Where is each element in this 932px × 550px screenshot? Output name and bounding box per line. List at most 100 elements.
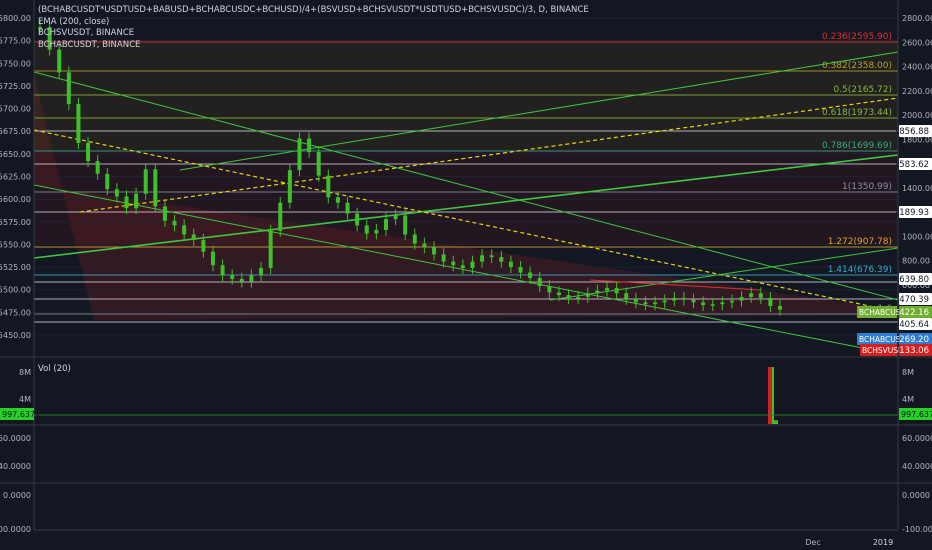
candle-body[interactable] (566, 295, 571, 298)
candle-body[interactable] (662, 300, 667, 303)
candle-body[interactable] (220, 265, 225, 276)
candle-body[interactable] (595, 290, 600, 294)
candle-body[interactable] (172, 220, 177, 226)
fib-level-label[interactable]: 0.236(2595.90) (822, 32, 892, 42)
candle-body[interactable] (239, 278, 244, 282)
candle-body[interactable] (432, 247, 437, 255)
price-label[interactable]: 470.39 (899, 295, 929, 305)
candle-body[interactable] (143, 169, 148, 194)
candle-body[interactable] (374, 229, 379, 234)
candle-body[interactable] (191, 234, 196, 240)
candle-body[interactable] (307, 138, 312, 153)
candle-body[interactable] (701, 302, 706, 306)
candle-body[interactable] (105, 173, 110, 190)
legend-ema[interactable]: EMA (200, close) (38, 17, 589, 29)
candle-body[interactable] (460, 265, 465, 268)
price-label[interactable]: 1189.93 (894, 208, 929, 218)
candle-body[interactable] (653, 302, 658, 305)
fib-level-label[interactable]: 0.5(2165.72) (833, 85, 892, 95)
fib-level-label[interactable]: 1(1350.99) (842, 182, 892, 192)
candle-body[interactable] (268, 230, 273, 268)
candle-body[interactable] (393, 215, 398, 220)
candle-body[interactable] (681, 297, 686, 300)
series-value-label[interactable]: 422.16 (899, 308, 929, 318)
candle-body[interactable] (134, 193, 139, 209)
candle-body[interactable] (691, 299, 696, 303)
candle-body[interactable] (672, 297, 677, 301)
series-value-label[interactable]: 133.06 (899, 346, 929, 356)
fib-level-label[interactable]: 1.272(907.78) (828, 237, 892, 247)
candle-body[interactable] (66, 72, 71, 105)
price-label[interactable]: 405.64 (899, 320, 929, 330)
candle-body[interactable] (335, 197, 340, 203)
candle-body[interactable] (259, 267, 264, 276)
candle-body[interactable] (518, 267, 523, 273)
candle-body[interactable] (614, 287, 619, 294)
candle-body[interactable] (441, 254, 446, 262)
candle-body[interactable] (297, 138, 302, 171)
candle-body[interactable] (633, 298, 638, 303)
volume-readout-left[interactable]: 997.637K (2, 410, 41, 419)
candle-body[interactable] (470, 261, 475, 268)
candle-body[interactable] (480, 255, 485, 262)
fib-level-label[interactable]: 0.618(1973.44) (822, 108, 892, 118)
candle-body[interactable] (345, 202, 350, 214)
candle-body[interactable] (576, 296, 581, 299)
legend-main-symbol[interactable]: (BCHABCUSDT*USDTUSD+BABUSD+BCHABCUSDC+BC… (38, 5, 589, 17)
candle-body[interactable] (230, 275, 235, 279)
candle-body[interactable] (556, 292, 561, 296)
candle-body[interactable] (720, 302, 725, 305)
candle-body[interactable] (739, 296, 744, 301)
candle-body[interactable] (528, 272, 533, 278)
candle-body[interactable] (451, 261, 456, 266)
candle-body[interactable] (326, 175, 331, 198)
candle-body[interactable] (499, 257, 504, 262)
candle-body[interactable] (249, 275, 254, 282)
candle-body[interactable] (643, 302, 648, 305)
series-value-label[interactable]: 269.20 (899, 335, 929, 345)
candle-body[interactable] (287, 170, 292, 203)
candle-body[interactable] (547, 286, 552, 293)
candle-body[interactable] (585, 293, 590, 297)
fib-level-label[interactable]: 0.786(1699.69) (822, 141, 892, 151)
fib-level-label[interactable]: 1.414(676.39) (828, 265, 892, 275)
candle-body[interactable] (605, 287, 610, 291)
candle-body[interactable] (412, 234, 417, 244)
candle-body[interactable] (364, 225, 369, 234)
candle-body[interactable] (278, 202, 283, 231)
candle-body[interactable] (489, 255, 494, 258)
candle-body[interactable] (355, 213, 360, 226)
candle-body[interactable] (86, 142, 91, 162)
candle-body[interactable] (422, 243, 427, 248)
candle-body[interactable] (383, 219, 388, 230)
candle-body[interactable] (537, 277, 542, 287)
candle-body[interactable] (768, 297, 773, 307)
candle-body[interactable] (76, 104, 81, 143)
candle-body[interactable] (710, 304, 715, 306)
candle-body[interactable] (201, 239, 206, 252)
candle-body[interactable] (162, 206, 167, 221)
candle-body[interactable] (124, 196, 129, 209)
candle-body[interactable] (508, 261, 513, 268)
legend-overlay-bchsv[interactable]: BCHSVUSDT, BINANCE (38, 28, 589, 40)
candle-body[interactable] (729, 300, 734, 303)
candle-body[interactable] (153, 169, 158, 207)
candle-body[interactable] (403, 215, 408, 235)
chart-canvas[interactable]: 0.236(2595.90)0.382(2358.00)0.5(2165.72)… (0, 0, 932, 550)
candle-body[interactable] (182, 225, 187, 235)
candle-body[interactable] (57, 49, 62, 73)
legend-overlay-bchabc[interactable]: BCHABCUSDT, BINANCE (38, 40, 589, 52)
volume-readout-right[interactable]: 997.637K (901, 410, 932, 419)
candle-body[interactable] (95, 161, 100, 174)
candle-body[interactable] (749, 293, 754, 297)
candle-body[interactable] (778, 306, 782, 310)
candle-body[interactable] (758, 293, 763, 298)
volume-bar[interactable] (774, 420, 778, 424)
candle-body[interactable] (114, 189, 119, 197)
price-label[interactable]: 1856.88 (894, 127, 929, 137)
candle-body[interactable] (210, 251, 215, 266)
candle-body[interactable] (624, 293, 629, 299)
price-label[interactable]: 1583.62 (894, 160, 929, 170)
candle-body[interactable] (316, 152, 321, 176)
volume-title[interactable]: Vol (20) (38, 364, 71, 374)
